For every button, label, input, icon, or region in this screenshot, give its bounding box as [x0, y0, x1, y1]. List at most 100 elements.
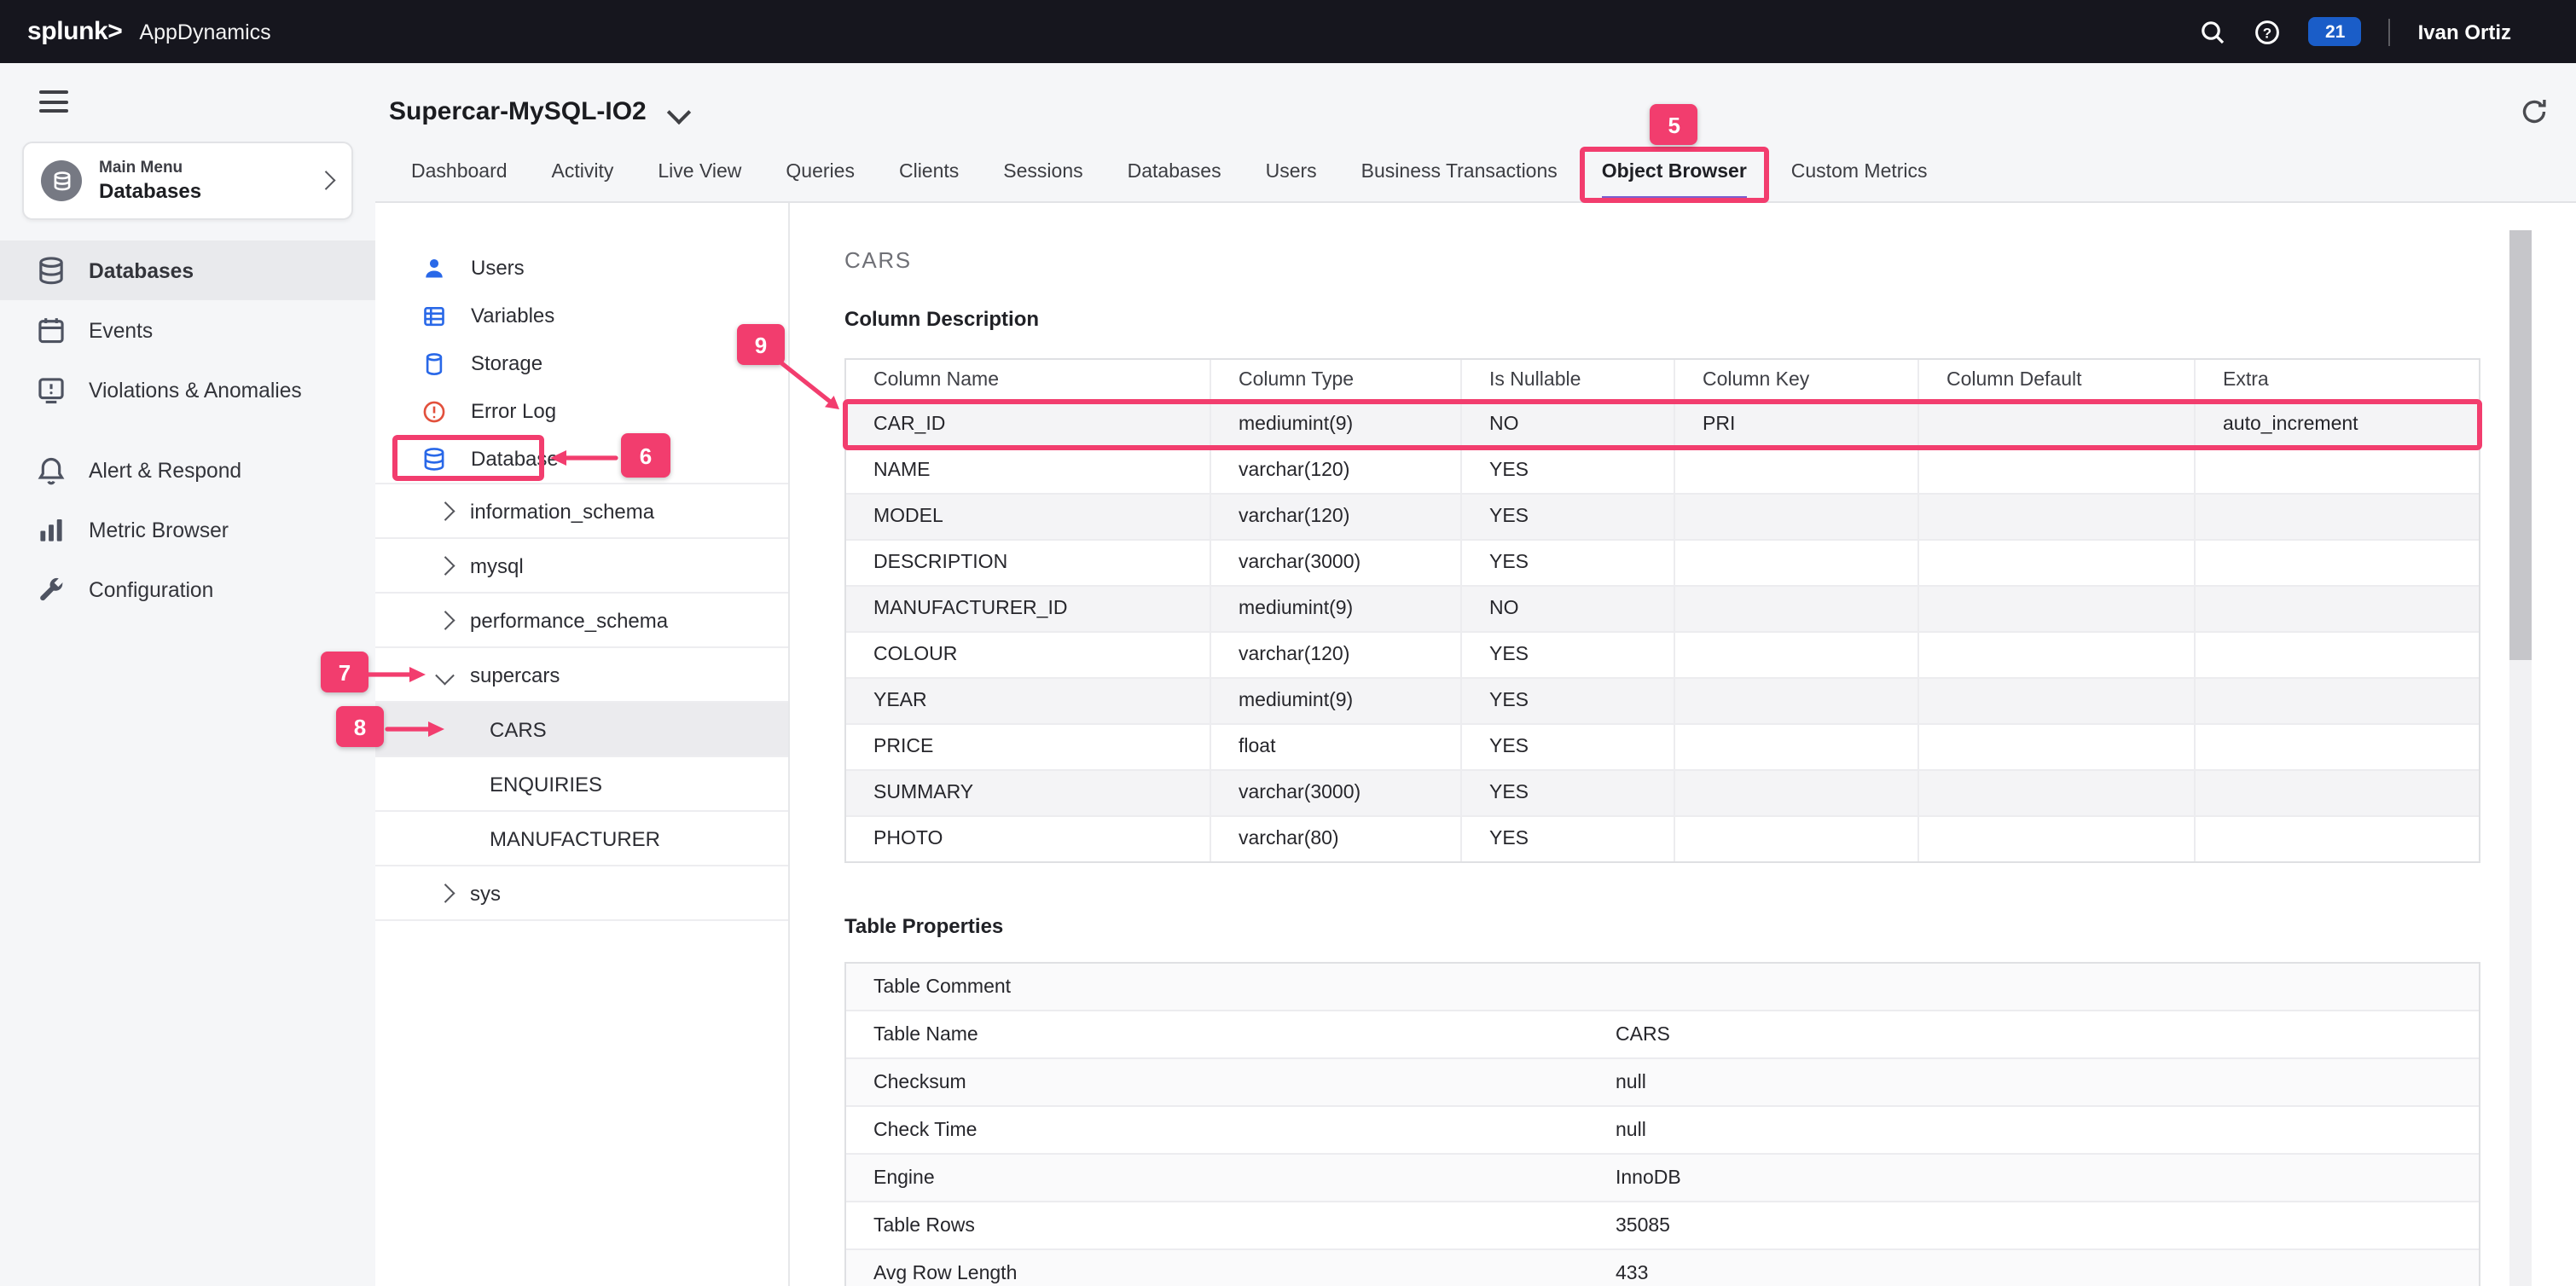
tree-item-supercars[interactable]: supercars 7 [375, 646, 788, 701]
tree-item-sys[interactable]: sys [375, 865, 788, 921]
prop-value: null [1616, 1072, 2479, 1092]
user-name[interactable]: Ivan Ortiz [2418, 20, 2511, 43]
column-header: Extra [2196, 360, 2479, 401]
tab-queries[interactable]: Queries [786, 148, 855, 201]
chevron-right-icon [316, 171, 334, 189]
cell-column-key [1675, 771, 1919, 815]
scrollbar-thumb[interactable] [2509, 230, 2532, 660]
explorer-item-database[interactable]: Database 6 [375, 435, 788, 483]
cell-column-key [1675, 587, 1919, 631]
database-icon [36, 255, 67, 286]
cell-is-nullable: YES [1462, 449, 1675, 493]
sidebar-item-violations-anomalies[interactable]: Violations & Anomalies [0, 360, 375, 420]
tab-live-view[interactable]: Live View [658, 148, 741, 201]
column-description-heading: Column Description [844, 307, 2576, 331]
tab-sessions[interactable]: Sessions [1003, 148, 1082, 201]
table-row[interactable]: YEAR mediumint(9) YES [846, 677, 2479, 723]
cell-column-name: PHOTO [846, 817, 1211, 861]
sidebar: Main Menu Databases Databases Events [0, 63, 375, 1286]
cell-column-name: NAME [846, 449, 1211, 493]
explorer-item-storage[interactable]: Storage [375, 339, 788, 387]
tree-item-mysql[interactable]: mysql [375, 537, 788, 592]
tab-dashboard[interactable]: Dashboard [411, 148, 508, 201]
prop-key: Table Comment [846, 976, 1616, 997]
object-explorer: Users Variables Storage [375, 203, 790, 1286]
table-row[interactable]: MODEL varchar(120) YES [846, 493, 2479, 539]
sidebar-item-alert-respond[interactable]: Alert & Respond [0, 440, 375, 500]
chevron-down-icon[interactable] [667, 100, 691, 124]
cell-column-default [1919, 449, 2196, 493]
sidebar-item-configuration[interactable]: Configuration [0, 559, 375, 619]
cell-column-key: PRI [1675, 403, 1919, 447]
tree-item-label: CARS [490, 717, 547, 741]
splunk-logo-caret: > [107, 17, 122, 46]
table-row[interactable]: MANUFACTURER_ID mediumint(9) NO [846, 585, 2479, 631]
table-row[interactable]: NAME varchar(120) YES [846, 447, 2479, 493]
explorer-item-variables[interactable]: Variables [375, 292, 788, 339]
table-properties-heading: Table Properties [844, 914, 2576, 938]
sidebar-nav: Databases Events Violations & Anomalies [0, 240, 375, 619]
cell-is-nullable: NO [1462, 403, 1675, 447]
annotation-arrow-8 [386, 718, 447, 740]
sidebar-item-metric-browser[interactable]: Metric Browser [0, 500, 375, 559]
table-row[interactable]: PHOTO varchar(80) YES [846, 815, 2479, 861]
tree-item-label: information_schema [470, 499, 654, 523]
search-icon[interactable] [2200, 18, 2227, 45]
tree-item-manufacturer[interactable]: MANUFACTURER [375, 810, 788, 865]
scrollbar[interactable] [2509, 230, 2532, 1286]
bell-icon [36, 455, 67, 485]
column-header: Column Name [846, 360, 1211, 401]
explorer-item-label: Users [471, 256, 525, 280]
column-header: Column Default [1919, 360, 2196, 401]
column-header: Is Nullable [1462, 360, 1675, 401]
cell-is-nullable: YES [1462, 633, 1675, 677]
help-icon[interactable]: ? [2254, 18, 2282, 45]
workspace: Users Variables Storage [375, 203, 2576, 1286]
sidebar-item-databases[interactable]: Databases [0, 240, 375, 300]
tree-item-information-schema[interactable]: information_schema [375, 483, 788, 537]
cell-column-type: varchar(3000) [1211, 771, 1462, 815]
shell: Main Menu Databases Databases Events [0, 63, 2576, 1286]
tab-object-browser[interactable]: Object Browser 5 [1602, 148, 1747, 201]
tab-users[interactable]: Users [1266, 148, 1317, 201]
main-menu-card[interactable]: Main Menu Databases [22, 142, 353, 220]
cell-extra [2196, 495, 2479, 539]
table-row-car-id[interactable]: CAR_ID mediumint(9) NO PRI auto_incremen… [846, 401, 2479, 447]
tab-business-transactions[interactable]: Business Transactions [1361, 148, 1558, 201]
cell-column-type: varchar(120) [1211, 449, 1462, 493]
explorer-item-users[interactable]: Users [375, 244, 788, 292]
cell-is-nullable: NO [1462, 587, 1675, 631]
prop-row: Avg Row Length 433 [846, 1248, 2479, 1286]
table-row[interactable]: COLOUR varchar(120) YES [846, 631, 2479, 677]
tree-item-label: ENQUIRIES [490, 772, 602, 796]
cell-column-type: mediumint(9) [1211, 587, 1462, 631]
tree-item-enquiries[interactable]: ENQUIRIES [375, 756, 788, 810]
notification-badge[interactable]: 21 [2309, 17, 2362, 46]
tree-item-cars[interactable]: CARS 8 [375, 701, 788, 756]
page-title: Supercar-MySQL-IO2 [389, 97, 647, 126]
tree-item-performance-schema[interactable]: performance_schema [375, 592, 788, 646]
splunk-logo: splunk> [27, 17, 122, 46]
table-row[interactable]: PRICE float YES [846, 723, 2479, 769]
tab-databases[interactable]: Databases [1128, 148, 1221, 201]
explorer-item-error-log[interactable]: Error Log [375, 387, 788, 435]
topbar: splunk> AppDynamics ? 21 Ivan Ortiz [0, 0, 2576, 63]
tab-clients[interactable]: Clients [899, 148, 959, 201]
tab-activity[interactable]: Activity [552, 148, 614, 201]
hamburger-menu-icon[interactable] [39, 85, 68, 118]
tab-label: Object Browser [1602, 162, 1747, 182]
tab-custom-metrics[interactable]: Custom Metrics [1791, 148, 1928, 201]
refresh-icon[interactable] [2520, 97, 2549, 126]
chevron-right-icon [436, 501, 454, 519]
prop-value: null [1616, 1120, 2479, 1140]
column-header: Column Type [1211, 360, 1462, 401]
sidebar-item-events[interactable]: Events [0, 300, 375, 360]
table-properties: Table Comment Table Name CARS Checksum n… [844, 962, 2480, 1286]
sidebar-item-label: Configuration [89, 577, 213, 601]
table-row[interactable]: SUMMARY varchar(3000) YES [846, 769, 2479, 815]
sidebar-item-label: Events [89, 318, 153, 342]
chevron-right-icon [436, 611, 454, 629]
cell-extra [2196, 771, 2479, 815]
cell-is-nullable: YES [1462, 725, 1675, 769]
table-row[interactable]: DESCRIPTION varchar(3000) YES [846, 539, 2479, 585]
